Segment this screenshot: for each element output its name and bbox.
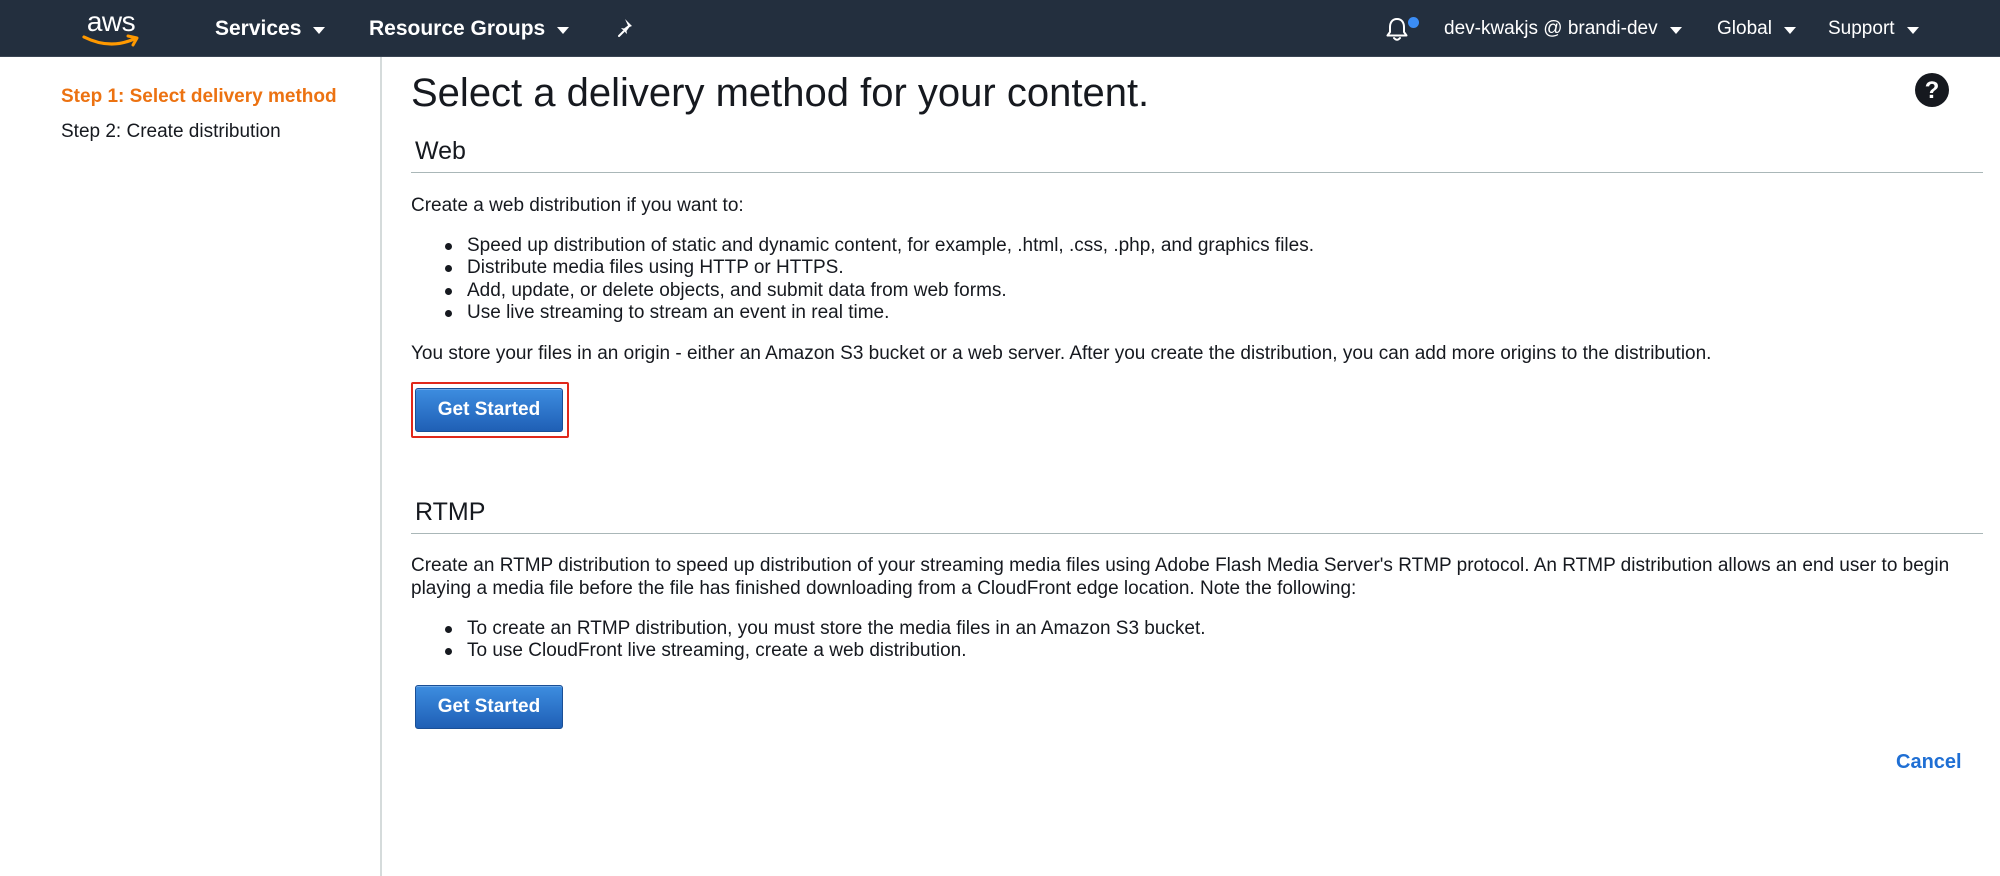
chevron-down-icon [557, 26, 570, 34]
list-item: To create an RTMP distribution, you must… [445, 618, 1947, 640]
cancel-link[interactable]: Cancel [1896, 751, 1962, 774]
rtmp-notes-list: To create an RTMP distribution, you must… [445, 618, 1947, 663]
account-label: dev-kwakjs @ brandi-dev [1444, 17, 1658, 39]
list-item: Use live streaming to stream an event in… [445, 302, 1947, 324]
step-select-delivery-method[interactable]: Step 1: Select delivery method [61, 86, 337, 108]
rtmp-intro-text: Create an RTMP distribution to speed up … [411, 555, 1950, 599]
web-intro-text: Create a web distribution if you want to… [411, 195, 744, 216]
step-create-distribution[interactable]: Step 2: Create distribution [61, 121, 281, 143]
web-origin-note: You store your files in an origin - eith… [411, 343, 1712, 364]
resource-groups-label: Resource Groups [369, 16, 546, 40]
chevron-down-icon [313, 26, 326, 34]
aws-logo-text: aws [86, 6, 136, 37]
resource-groups-menu[interactable]: Resource Groups [369, 0, 570, 57]
bell-icon[interactable] [1382, 14, 1412, 44]
services-label: Services [215, 16, 302, 40]
svg-text:?: ? [1925, 77, 1940, 104]
chevron-down-icon [1906, 26, 1919, 34]
account-menu[interactable]: dev-kwakjs @ brandi-dev [1444, 0, 1682, 57]
list-item: Speed up distribution of static and dyna… [445, 235, 1947, 257]
web-get-started-button[interactable]: Get Started [415, 388, 563, 432]
pin-icon[interactable] [616, 17, 638, 39]
aws-logo[interactable]: aws [80, 8, 142, 48]
help-icon[interactable]: ? [1914, 72, 1950, 108]
list-item: Distribute media files using HTTP or HTT… [445, 257, 1947, 279]
aws-smile-icon [82, 34, 139, 47]
support-menu[interactable]: Support [1828, 0, 1919, 57]
web-use-cases-list: Speed up distribution of static and dyna… [445, 235, 1947, 324]
region-menu[interactable]: Global [1717, 0, 1796, 57]
top-navigation-bar: aws Services Resource Groups dev-kwakjs … [0, 0, 2000, 57]
chevron-down-icon [1783, 26, 1796, 34]
rtmp-section-heading: RTMP [415, 498, 486, 526]
services-menu[interactable]: Services [215, 0, 326, 57]
list-item: Add, update, or delete objects, and subm… [445, 280, 1947, 302]
list-item: To use CloudFront live streaming, create… [445, 640, 1947, 662]
support-label: Support [1828, 17, 1895, 39]
web-section-divider [411, 172, 1983, 173]
notification-dot [1408, 17, 1419, 28]
web-section-heading: Web [415, 137, 466, 165]
chevron-down-icon [1669, 26, 1682, 34]
wizard-steps-sidebar: Step 1: Select delivery method Step 2: C… [0, 57, 382, 876]
rtmp-section-divider [411, 533, 1983, 534]
page-title: Select a delivery method for your conten… [411, 71, 1150, 115]
region-label: Global [1717, 17, 1772, 39]
rtmp-get-started-button[interactable]: Get Started [415, 685, 563, 729]
